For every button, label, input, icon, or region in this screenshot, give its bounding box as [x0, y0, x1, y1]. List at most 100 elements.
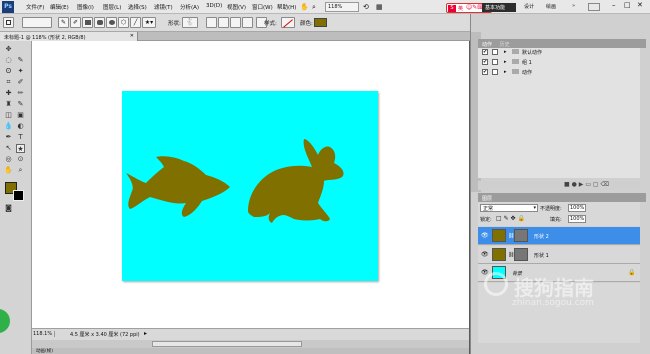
polygon-icon[interactable]: ⬡	[118, 17, 129, 28]
minimize-icon[interactable]: –	[612, 1, 616, 9]
eye-icon[interactable]: 👁	[481, 232, 489, 239]
maximize-icon[interactable]: □	[624, 1, 631, 9]
shape-mode-group[interactable]	[22, 17, 52, 28]
intersect-mode-icon[interactable]	[242, 17, 253, 28]
horizontal-scrollbar[interactable]	[32, 340, 469, 348]
brush-tool-icon[interactable]: ✏	[16, 89, 25, 98]
menu-filter[interactable]: 滤镜(T)	[154, 3, 173, 11]
document-canvas[interactable]	[122, 91, 378, 281]
blend-mode-select[interactable]: 正常 ▾	[480, 204, 538, 212]
menu-analysis[interactable]: 分析(A)	[180, 3, 199, 11]
menu-3d[interactable]: 3D(D)	[206, 3, 222, 9]
add-mode-icon[interactable]	[218, 17, 229, 28]
status-menu-arrow-icon[interactable]: ▸	[144, 330, 147, 337]
blur-tool-icon[interactable]: 💧	[4, 122, 13, 131]
menu-layer[interactable]: 图层(L)	[103, 3, 121, 11]
action-row[interactable]: ✔ ▸ 组 1	[480, 58, 640, 67]
stop-icon[interactable]: ■	[564, 181, 570, 188]
history-brush-icon[interactable]: ✎	[16, 100, 25, 109]
workspace-design[interactable]: 设计	[524, 3, 534, 10]
freeform-pen-icon[interactable]: ✐	[70, 17, 81, 28]
3d-rotate-tool-icon[interactable]: ◎	[4, 155, 13, 164]
layer-row-background[interactable]: 👁 背景 🔒	[478, 264, 640, 282]
action-dialog-toggle[interactable]	[492, 59, 498, 65]
lock-icons[interactable]: □ ✎ ✥ 🔒	[496, 215, 525, 222]
close-icon[interactable]: ✕	[637, 1, 643, 9]
shape-picker[interactable]: 🐇	[182, 17, 198, 28]
hand-icon[interactable]: ✋	[300, 2, 310, 12]
rotate-icon[interactable]: ⟲	[363, 2, 373, 12]
action-row[interactable]: ✔ ▸ 默认动作	[480, 48, 640, 57]
move-tool-icon[interactable]: ✥	[4, 45, 13, 54]
eye-icon[interactable]: 👁	[481, 269, 489, 276]
menu-select[interactable]: 选择(S)	[128, 3, 147, 11]
clone-stamp-icon[interactable]: ♜	[4, 100, 13, 109]
zoom-icon[interactable]: ⌕	[312, 2, 322, 12]
menu-image[interactable]: 图像(I)	[77, 3, 94, 11]
gradient-tool-icon[interactable]: ▣	[16, 111, 25, 120]
custom-shape-tool-icon[interactable]: ★	[16, 144, 25, 153]
dodge-tool-icon[interactable]: ◐	[16, 122, 25, 131]
status-zoom[interactable]: 118.1%	[33, 331, 55, 337]
action-row[interactable]: ✔ ▸ 动作	[480, 68, 640, 77]
color-swatch[interactable]	[314, 18, 327, 27]
background-color-swatch[interactable]	[13, 190, 24, 201]
action-check[interactable]: ✔	[482, 59, 488, 65]
line-icon[interactable]: ╱	[130, 17, 141, 28]
custom-shape-icon[interactable]: ★▾	[142, 17, 156, 28]
zoom-tool-icon[interactable]: ⌕	[16, 166, 25, 175]
new-action-icon[interactable]: ▢	[593, 181, 599, 188]
document-tab[interactable]: 未标题-1 @ 118% (形状 2, RGB/8) ✕	[0, 32, 138, 41]
tool-preset-picker[interactable]	[3, 17, 14, 28]
zoom-dropdown[interactable]: 118%	[325, 2, 359, 12]
hand-tool-icon[interactable]: ✋	[4, 166, 13, 175]
pen-icon[interactable]: ✎	[58, 17, 69, 28]
magic-wand-tool-icon[interactable]: ✦	[16, 67, 25, 76]
quick-mask-icon[interactable]: ◙	[4, 204, 13, 213]
tab-history[interactable]: 历史	[500, 42, 510, 48]
subtract-mode-icon[interactable]	[230, 17, 241, 28]
expand-icon[interactable]: ▸	[504, 69, 507, 75]
fill-input[interactable]: 100%	[568, 215, 586, 223]
ellipse-icon[interactable]	[106, 17, 117, 28]
healing-brush-icon[interactable]: ✚	[4, 89, 13, 98]
rectangle-shape-icon[interactable]	[82, 17, 93, 28]
type-tool-icon[interactable]: T	[16, 133, 25, 142]
delete-action-icon[interactable]: ⌫	[601, 181, 609, 188]
record-icon[interactable]: ●	[572, 181, 577, 188]
new-layer-mode-icon[interactable]	[206, 17, 217, 28]
workspace-button[interactable]: 基本功能	[482, 3, 516, 12]
marquee-tool-icon[interactable]: ◌	[4, 56, 13, 65]
animation-panel-tab[interactable]: 动画(帧)	[32, 348, 469, 354]
eyedropper-tool-icon[interactable]: ✐	[16, 78, 25, 87]
fish-shape[interactable]	[126, 156, 230, 217]
rounded-rectangle-icon[interactable]	[94, 17, 105, 28]
style-picker[interactable]	[281, 17, 295, 28]
menu-edit[interactable]: 编辑(E)	[50, 3, 69, 11]
new-set-icon[interactable]: ▭	[585, 181, 591, 188]
vector-mask-thumbnail[interactable]	[514, 229, 528, 242]
crop-tool-icon[interactable]: ⌗	[4, 78, 13, 87]
action-check[interactable]: ✔	[482, 49, 488, 55]
path-select-tool-icon[interactable]: ↖	[4, 144, 13, 153]
workspace-more[interactable]: »	[572, 3, 575, 9]
cs-live-icon[interactable]	[588, 3, 600, 11]
action-check[interactable]: ✔	[482, 69, 488, 75]
action-dialog-toggle[interactable]	[492, 49, 498, 55]
eraser-tool-icon[interactable]: ◫	[4, 111, 13, 120]
workspace-paint[interactable]: 绘画	[546, 3, 556, 10]
expand-icon[interactable]: ▸	[504, 49, 507, 55]
scrollbar-thumb[interactable]	[152, 341, 302, 347]
tab-actions[interactable]: 动作	[482, 42, 492, 48]
ime-mode[interactable]: 英	[458, 5, 463, 12]
menu-window[interactable]: 窗口(W)	[252, 3, 273, 11]
document-tab-close-icon[interactable]: ✕	[130, 33, 134, 39]
pen-tool-icon[interactable]: ✒	[4, 133, 13, 142]
layer-row-shape-2[interactable]: 👁 ⛓ 形状 2	[478, 227, 640, 245]
rabbit-shape[interactable]	[248, 139, 344, 223]
eye-icon[interactable]: 👁	[481, 251, 489, 258]
3d-orbit-tool-icon[interactable]: ⊙	[16, 155, 25, 164]
expand-icon[interactable]: ▸	[504, 59, 507, 65]
layer-row-shape-1[interactable]: 👁 ⛓ 形状 1	[478, 246, 640, 264]
side-floating-badge[interactable]	[0, 309, 10, 333]
